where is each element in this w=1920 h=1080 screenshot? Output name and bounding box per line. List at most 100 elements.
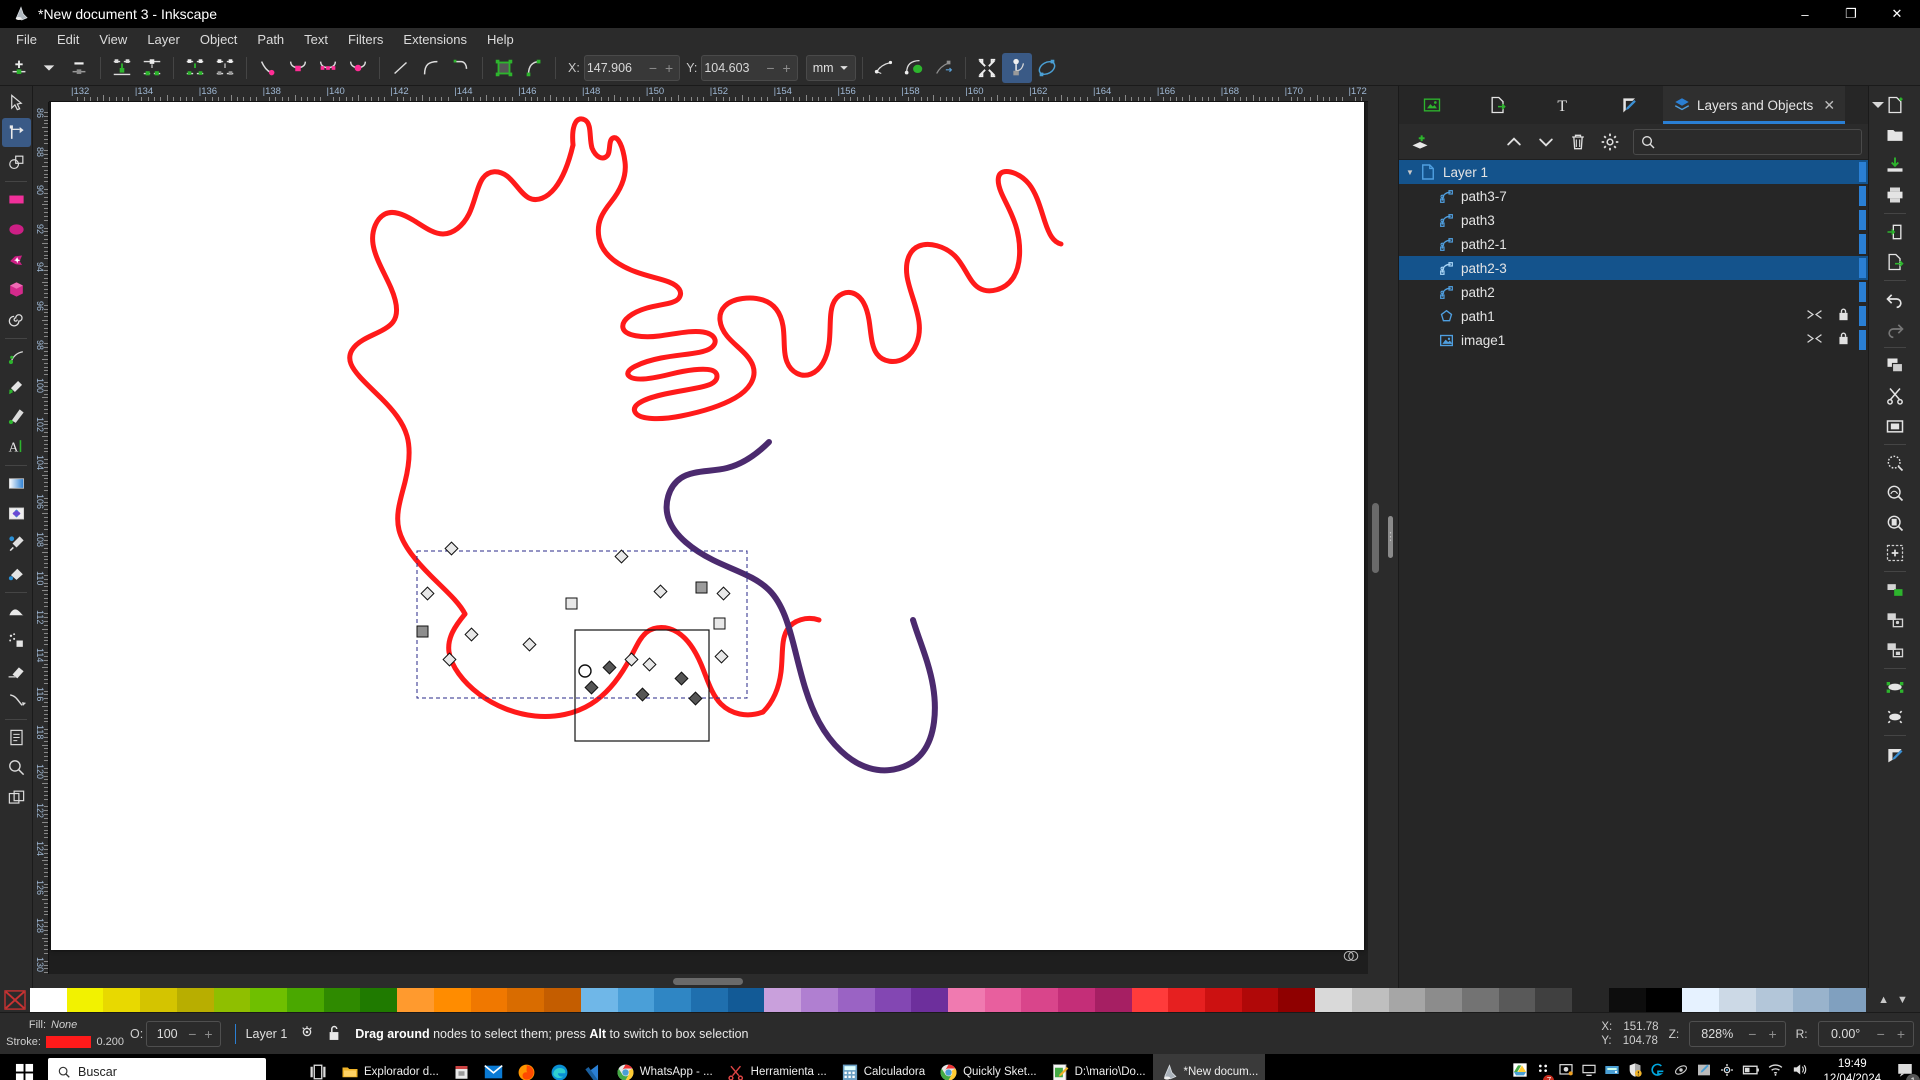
palette-swatch[interactable]: [837, 988, 875, 1012]
delete-node-button[interactable]: [64, 53, 94, 83]
palette-swatch[interactable]: [1168, 988, 1205, 1012]
add-layer-button[interactable]: [1405, 127, 1435, 157]
layer-lock-icon[interactable]: [327, 1024, 341, 1044]
group-button[interactable]: [1880, 575, 1910, 605]
object-row-path2-1[interactable]: path2-1: [1399, 232, 1868, 256]
palette-swatch[interactable]: [690, 988, 728, 1012]
drawing-canvas[interactable]: [49, 102, 1368, 974]
convert-to-curve-button[interactable]: [446, 53, 476, 83]
palette-swatch[interactable]: [1021, 988, 1059, 1012]
zoom-drawing-button[interactable]: [1880, 478, 1910, 508]
tray-satellite[interactable]: [1673, 1062, 1689, 1080]
join-with-segment-button[interactable]: [180, 53, 210, 83]
opacity-increment-button[interactable]: +: [200, 1026, 216, 1042]
tray-logitech[interactable]: [1650, 1062, 1666, 1080]
selector-tool[interactable]: [2, 88, 31, 117]
tab-export[interactable]: [1465, 86, 1531, 124]
palette-swatch[interactable]: [30, 988, 67, 1012]
taskbar-firefox[interactable]: [510, 1054, 543, 1080]
tray-google-drive[interactable]: [1512, 1062, 1528, 1080]
palette-swatch[interactable]: [1792, 988, 1830, 1012]
tray-wifi[interactable]: [1767, 1062, 1784, 1080]
rectangle-tool[interactable]: [2, 185, 31, 214]
taskbar-explorer[interactable]: Explorador d...: [334, 1054, 446, 1080]
palette-swatch[interactable]: [1388, 988, 1426, 1012]
mesh-tool[interactable]: [2, 499, 31, 528]
palette-swatch[interactable]: [617, 988, 655, 1012]
menu-filters[interactable]: Filters: [338, 30, 393, 49]
palette-swatch[interactable]: [1131, 988, 1169, 1012]
make-symmetric-button[interactable]: [313, 53, 343, 83]
palette-swatch[interactable]: [397, 988, 434, 1012]
undo-button[interactable]: [1880, 284, 1910, 314]
palette-swatch[interactable]: [470, 988, 508, 1012]
palette-swatch[interactable]: [140, 988, 177, 1012]
menu-layer[interactable]: Layer: [137, 30, 190, 49]
x-coordinate-field[interactable]: − +: [583, 54, 681, 81]
taskbar-calculadora[interactable]: Calculadora: [834, 1054, 932, 1080]
vertical-scrollbar[interactable]: [1368, 102, 1382, 974]
make-auto-smooth-button[interactable]: [343, 53, 373, 83]
object-row-path3[interactable]: path3: [1399, 208, 1868, 232]
layer-row-layer-1[interactable]: ▼ Layer 1: [1399, 160, 1868, 184]
tray-display[interactable]: [1581, 1062, 1597, 1080]
palette-scroll-controls[interactable]: ▲ ▼: [1866, 988, 1920, 1012]
tray-network-drive[interactable]: [1604, 1062, 1620, 1080]
menu-extensions[interactable]: Extensions: [393, 30, 477, 49]
menu-object[interactable]: Object: [190, 30, 248, 49]
palette-swatch[interactable]: [654, 988, 691, 1012]
notification-center-button[interactable]: 1: [1896, 1061, 1920, 1080]
palette-swatch[interactable]: [544, 988, 581, 1012]
palette-swatch[interactable]: [1829, 988, 1866, 1012]
taskbar-quickly-sketch[interactable]: Quickly Sket...: [932, 1054, 1044, 1080]
copy-button[interactable]: [1880, 351, 1910, 381]
show-bezier-handles-button[interactable]: [899, 53, 929, 83]
tab-layers-and-objects[interactable]: Layers and Objects ✕: [1663, 86, 1846, 124]
tab-xml-editor[interactable]: [1399, 86, 1465, 124]
zoom-field[interactable]: − +: [1689, 1020, 1786, 1047]
x-increment-button[interactable]: +: [661, 60, 677, 76]
palette-swatch[interactable]: [1608, 988, 1646, 1012]
import-button[interactable]: [1880, 217, 1910, 247]
visibility-toggle-icon[interactable]: [1806, 332, 1823, 348]
make-line-button[interactable]: [386, 53, 416, 83]
palette-swatch[interactable]: [1205, 988, 1242, 1012]
redo-button[interactable]: [1880, 314, 1910, 344]
taskbar-explorer-mario[interactable]: D:\mario\Do...: [1044, 1054, 1153, 1080]
paintbucket-tool[interactable]: [2, 559, 31, 588]
menu-text[interactable]: Text: [294, 30, 338, 49]
color-managed-view-icon[interactable]: [1342, 947, 1360, 970]
taskbar-whatsapp[interactable]: WhatsApp - ...: [609, 1054, 720, 1080]
dock-splitter[interactable]: ⋮: [1382, 86, 1398, 988]
make-smooth-button[interactable]: [283, 53, 313, 83]
zoom-out-button[interactable]: −: [1744, 1026, 1760, 1042]
palette-swatch[interactable]: [801, 988, 838, 1012]
palette-swatch[interactable]: [1351, 988, 1389, 1012]
palette-swatch[interactable]: [1572, 988, 1609, 1012]
taskbar-clock[interactable]: 19:49 12/04/2024: [1815, 1057, 1889, 1080]
insert-node-dropdown-button[interactable]: [34, 53, 64, 83]
palette-swatch[interactable]: [213, 988, 251, 1012]
pencil-tool[interactable]: [2, 342, 31, 371]
ungroup-button[interactable]: [1880, 605, 1910, 635]
boolean-tool[interactable]: [2, 148, 31, 177]
tray-battery[interactable]: [1742, 1063, 1760, 1080]
chevron-up-icon[interactable]: ▲: [1878, 994, 1889, 1006]
current-layer-label[interactable]: Layer 1: [246, 1027, 288, 1041]
fill-stroke-button[interactable]: [1880, 672, 1910, 702]
close-icon[interactable]: ✕: [1823, 97, 1835, 114]
ellipse-tool[interactable]: [2, 215, 31, 244]
close-button[interactable]: ✕: [1874, 0, 1920, 28]
node-tool[interactable]: [1, 118, 31, 147]
taskbar-store[interactable]: [446, 1054, 477, 1080]
palette-swatch[interactable]: [874, 988, 912, 1012]
object-row-path3-7[interactable]: path3-7: [1399, 184, 1868, 208]
rotate-cw-button[interactable]: +: [1893, 1026, 1909, 1042]
taskbar-inkscape[interactable]: *New docum...: [1152, 1054, 1266, 1080]
unclone-button[interactable]: [1880, 702, 1910, 732]
gradient-tool[interactable]: [2, 469, 31, 498]
palette-swatch[interactable]: [360, 988, 398, 1012]
star-tool[interactable]: [2, 245, 31, 274]
fill-and-stroke-indicator[interactable]: Fill: None Stroke: 0.200: [6, 1017, 124, 1051]
y-decrement-button[interactable]: −: [762, 60, 778, 76]
